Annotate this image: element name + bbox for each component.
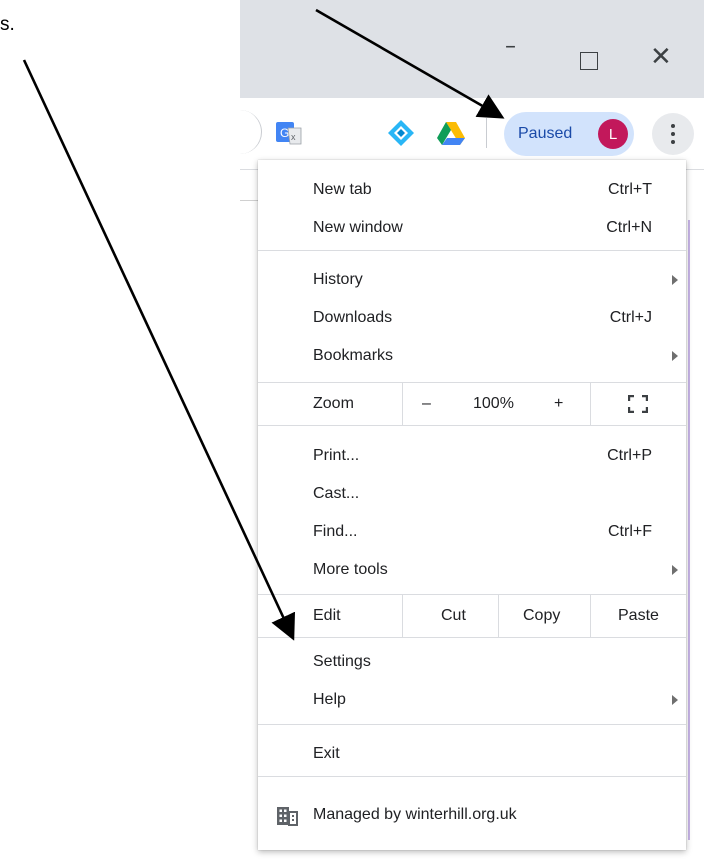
menu-item-label: Exit xyxy=(313,745,340,762)
menu-item-label: Help xyxy=(313,691,346,708)
edit-divider xyxy=(498,595,499,637)
google-drive-icon[interactable] xyxy=(436,118,466,148)
paste-button[interactable]: Paste xyxy=(618,595,659,637)
minimize-button[interactable]: – xyxy=(505,36,516,58)
chrome-main-menu: New tab Ctrl+T New window Ctrl+N History… xyxy=(258,160,686,850)
menu-kebab-button[interactable] xyxy=(652,113,694,155)
copy-button[interactable]: Copy xyxy=(523,595,560,637)
menu-item-new-window[interactable]: New window Ctrl+N xyxy=(258,210,686,248)
menu-item-exit[interactable]: Exit xyxy=(258,736,686,774)
menu-item-bookmarks[interactable]: Bookmarks xyxy=(258,338,686,376)
menu-item-label: Cast... xyxy=(313,485,360,502)
zoom-divider xyxy=(402,383,403,425)
menu-item-print[interactable]: Print... Ctrl+P xyxy=(258,438,686,476)
menu-item-label: Find... xyxy=(313,523,358,540)
menu-item-shortcut: Ctrl+F xyxy=(608,523,652,540)
paused-label: Paused xyxy=(518,125,573,142)
edit-divider xyxy=(590,595,591,637)
menu-item-shortcut: Ctrl+N xyxy=(606,219,652,236)
menu-item-label: New window xyxy=(313,219,403,236)
menu-item-label: Managed by winterhill.org.uk xyxy=(313,806,517,823)
menu-item-settings[interactable]: Settings xyxy=(258,644,686,682)
menu-item-label: Settings xyxy=(313,653,371,670)
google-translate-icon[interactable]: G x xyxy=(274,118,304,148)
menu-item-label: History xyxy=(313,271,363,288)
edit-label: Edit xyxy=(313,607,341,624)
maximize-button[interactable] xyxy=(580,52,598,70)
zoom-row: Zoom – 100% + xyxy=(258,382,686,426)
menu-item-label: New tab xyxy=(313,181,372,198)
dot-icon xyxy=(671,124,675,128)
menu-item-label: Downloads xyxy=(313,309,393,326)
window-titlebar xyxy=(240,0,704,98)
menu-item-help[interactable]: Help xyxy=(258,682,686,720)
dot-icon xyxy=(671,132,675,136)
menu-item-cast[interactable]: Cast... xyxy=(258,476,686,514)
zoom-in-button[interactable]: + xyxy=(554,383,563,425)
menu-item-more-tools[interactable]: More tools xyxy=(258,552,686,590)
menu-separator xyxy=(258,724,686,725)
menu-separator xyxy=(258,776,686,777)
zoom-divider xyxy=(590,383,591,425)
menu-item-downloads[interactable]: Downloads Ctrl+J xyxy=(258,300,686,338)
submenu-arrow-icon xyxy=(672,275,678,285)
menu-item-find[interactable]: Find... Ctrl+F xyxy=(258,514,686,552)
document-text-fragment: s. xyxy=(0,14,15,35)
zoom-label: Zoom xyxy=(313,395,354,412)
cut-button[interactable]: Cut xyxy=(441,595,466,637)
menu-item-label: Bookmarks xyxy=(313,347,394,364)
page-edge xyxy=(688,220,690,840)
menu-item-label: More tools xyxy=(313,561,388,578)
toolbar-separator xyxy=(486,118,487,148)
edit-row: Edit Cut Copy Paste xyxy=(258,594,686,638)
menu-item-shortcut: Ctrl+T xyxy=(608,181,652,198)
close-button[interactable]: ✕ xyxy=(650,44,672,70)
fullscreen-icon[interactable] xyxy=(628,395,648,413)
menu-item-label: Print... xyxy=(313,447,360,464)
page-divider xyxy=(240,200,260,201)
submenu-arrow-icon xyxy=(672,351,678,361)
menu-item-shortcut: Ctrl+P xyxy=(607,447,652,464)
diamond-extension-icon[interactable] xyxy=(386,118,416,148)
menu-item-history[interactable]: History xyxy=(258,262,686,300)
zoom-out-button[interactable]: – xyxy=(422,383,431,425)
avatar[interactable]: L xyxy=(598,119,628,149)
menu-item-new-tab[interactable]: New tab Ctrl+T xyxy=(258,172,686,210)
submenu-arrow-icon xyxy=(672,565,678,575)
dot-icon xyxy=(671,140,675,144)
submenu-arrow-icon xyxy=(672,695,678,705)
menu-item-managed[interactable]: Managed by winterhill.org.uk xyxy=(258,788,686,844)
menu-separator xyxy=(258,250,686,251)
building-icon xyxy=(277,807,298,826)
edit-divider xyxy=(402,595,403,637)
zoom-level: 100% xyxy=(473,395,514,412)
svg-text:x: x xyxy=(291,132,296,142)
menu-item-shortcut: Ctrl+J xyxy=(609,309,652,326)
